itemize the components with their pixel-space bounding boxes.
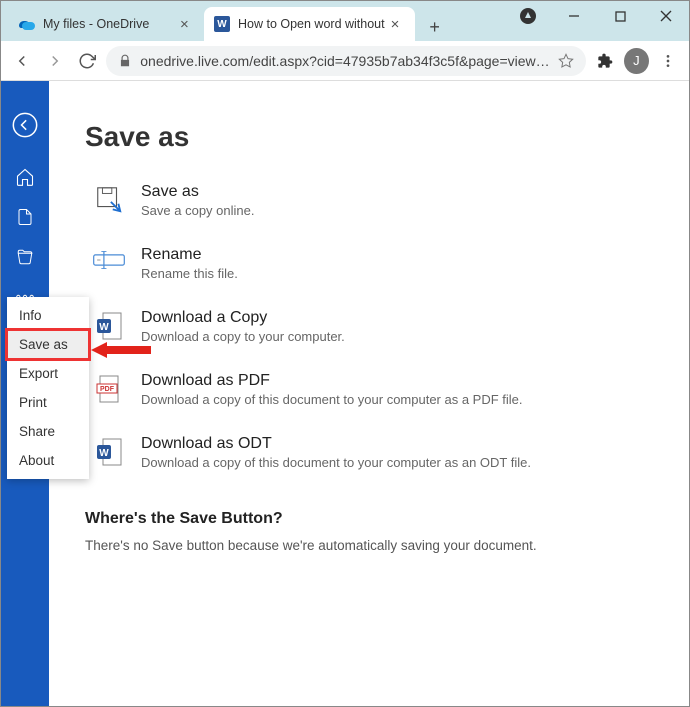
close-icon[interactable]: ×: [391, 17, 405, 32]
profile-avatar[interactable]: J: [624, 48, 649, 74]
option-download-odt[interactable]: W Download as ODT Download a copy of thi…: [85, 435, 689, 470]
browser-toolbar: onedrive.live.com/edit.aspx?cid=47935b7a…: [1, 41, 689, 81]
sidebar-back-button[interactable]: [1, 101, 49, 149]
flyout-item-info[interactable]: Info: [7, 301, 89, 330]
option-download-copy[interactable]: W Download a Copy Download a copy to you…: [85, 309, 689, 344]
tab-title: My files - OneDrive: [43, 17, 174, 31]
new-tab-button[interactable]: +: [421, 13, 449, 41]
close-icon[interactable]: ×: [180, 17, 194, 32]
close-window-button[interactable]: [643, 1, 689, 31]
rename-icon: [85, 246, 133, 272]
extensions-button[interactable]: [592, 47, 618, 75]
lock-icon: [118, 54, 132, 68]
forward-button[interactable]: [41, 47, 67, 75]
maximize-button[interactable]: [597, 1, 643, 31]
svg-text:W: W: [99, 448, 109, 459]
option-desc: Download a copy of this document to your…: [141, 455, 531, 470]
option-desc: Download a copy to your computer.: [141, 329, 345, 344]
save-button-section: Where's the Save Button? There's no Save…: [85, 510, 689, 553]
word-file-icon: W: [85, 309, 133, 341]
option-download-pdf[interactable]: PDF Download as PDF Download a copy of t…: [85, 372, 689, 407]
flyout-item-export[interactable]: Export: [7, 359, 89, 388]
minimize-button[interactable]: [551, 1, 597, 31]
flyout-item-print[interactable]: Print: [7, 388, 89, 417]
section-body: There's no Save button because we're aut…: [85, 538, 689, 553]
pdf-file-icon: PDF: [85, 372, 133, 404]
flyout-item-about[interactable]: About: [7, 446, 89, 475]
file-more-flyout: Info Save as Export Print Share About: [7, 297, 89, 479]
option-desc: Rename this file.: [141, 266, 238, 281]
onedrive-icon: [19, 16, 35, 32]
address-bar[interactable]: onedrive.live.com/edit.aspx?cid=47935b7a…: [106, 46, 585, 76]
option-save-as[interactable]: Save as Save a copy online.: [85, 183, 689, 218]
option-desc: Save a copy online.: [141, 203, 254, 218]
tab-title: How to Open word without: [238, 17, 385, 31]
page-title: Save as: [85, 121, 689, 153]
option-title: Download a Copy: [141, 309, 345, 327]
browser-titlebar: My files - OneDrive × W How to Open word…: [1, 1, 689, 41]
tab-onedrive[interactable]: My files - OneDrive ×: [9, 7, 204, 41]
window-controls: [505, 1, 689, 31]
option-title: Rename: [141, 246, 238, 264]
annotation-arrow-icon: [91, 340, 151, 360]
word-icon: W: [214, 16, 230, 32]
option-title: Save as: [141, 183, 254, 201]
reload-button[interactable]: [74, 47, 100, 75]
tab-word-online[interactable]: W How to Open word without ×: [204, 7, 415, 41]
menu-button[interactable]: [655, 47, 681, 75]
shield-icon[interactable]: [505, 1, 551, 31]
sidebar-new-button[interactable]: [1, 197, 49, 237]
main-panel: Save as Save as Save a copy online. Rena…: [49, 81, 689, 706]
page-content: Save as Save as Save a copy online. Rena…: [1, 81, 689, 706]
back-button[interactable]: [9, 47, 35, 75]
svg-text:W: W: [99, 322, 109, 333]
sidebar-home-button[interactable]: [1, 157, 49, 197]
option-desc: Download a copy of this document to your…: [141, 392, 523, 407]
svg-text:PDF: PDF: [100, 386, 115, 393]
flyout-item-save-as[interactable]: Save as: [7, 330, 89, 359]
save-as-icon: [85, 183, 133, 215]
option-title: Download as PDF: [141, 372, 523, 390]
option-rename[interactable]: Rename Rename this file.: [85, 246, 689, 281]
star-icon[interactable]: [558, 53, 574, 69]
word-file-icon: W: [85, 435, 133, 467]
sidebar-open-button[interactable]: [1, 237, 49, 277]
section-heading: Where's the Save Button?: [85, 510, 689, 528]
flyout-item-share[interactable]: Share: [7, 417, 89, 446]
url-text: onedrive.live.com/edit.aspx?cid=47935b7a…: [140, 53, 549, 69]
option-title: Download as ODT: [141, 435, 531, 453]
